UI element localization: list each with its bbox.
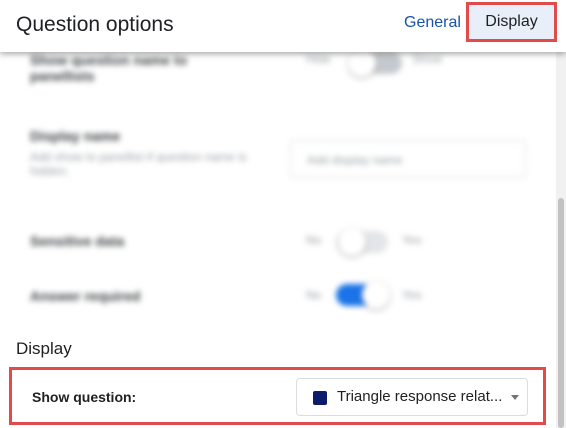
answer-required-label: Answer required <box>30 288 141 304</box>
display-name-input[interactable]: Add display name <box>290 140 526 178</box>
show-name-on-label: Show <box>412 52 443 66</box>
sensitive-no-label: No <box>306 233 322 247</box>
answer-required-toggle[interactable] <box>336 281 390 309</box>
dialog-header: Question options General Display <box>0 0 566 52</box>
show-name-label: Show question name to panellists <box>30 52 188 84</box>
toggle-knob <box>348 49 376 77</box>
display-name-placeholder: Add display name <box>307 153 403 167</box>
sensitive-data-label: Sensitive data <box>30 233 125 249</box>
show-name-off-label: Hide <box>306 52 331 66</box>
color-swatch-icon <box>313 391 327 405</box>
show-question-value: Triangle response relat... <box>337 388 503 405</box>
answer-required-yes-label: Yes <box>402 288 422 302</box>
tab-display[interactable]: Display <box>466 2 557 42</box>
dialog-title: Question options <box>16 13 174 36</box>
show-question-row: Show question: Triangle response relat..… <box>9 367 546 425</box>
toggle-knob <box>362 281 390 309</box>
dropdown-arrow-icon <box>511 395 519 400</box>
sensitive-yes-label: Yes <box>402 233 422 247</box>
show-question-select[interactable]: Triangle response relat... <box>296 378 528 416</box>
tab-general[interactable]: General <box>404 14 461 32</box>
toggle-knob <box>338 228 366 256</box>
display-section-heading: Display <box>16 339 72 358</box>
display-name-label: Display name <box>30 128 121 144</box>
answer-required-no-label: No <box>306 288 322 302</box>
tab-display-label: Display <box>485 13 538 30</box>
scrollbar-thumb[interactable] <box>558 198 564 428</box>
show-name-toggle[interactable] <box>348 49 402 77</box>
sensitive-data-toggle[interactable] <box>336 228 388 256</box>
show-question-label: Show question: <box>32 389 137 405</box>
display-name-help: Add show to panellist if question name i… <box>30 150 247 178</box>
